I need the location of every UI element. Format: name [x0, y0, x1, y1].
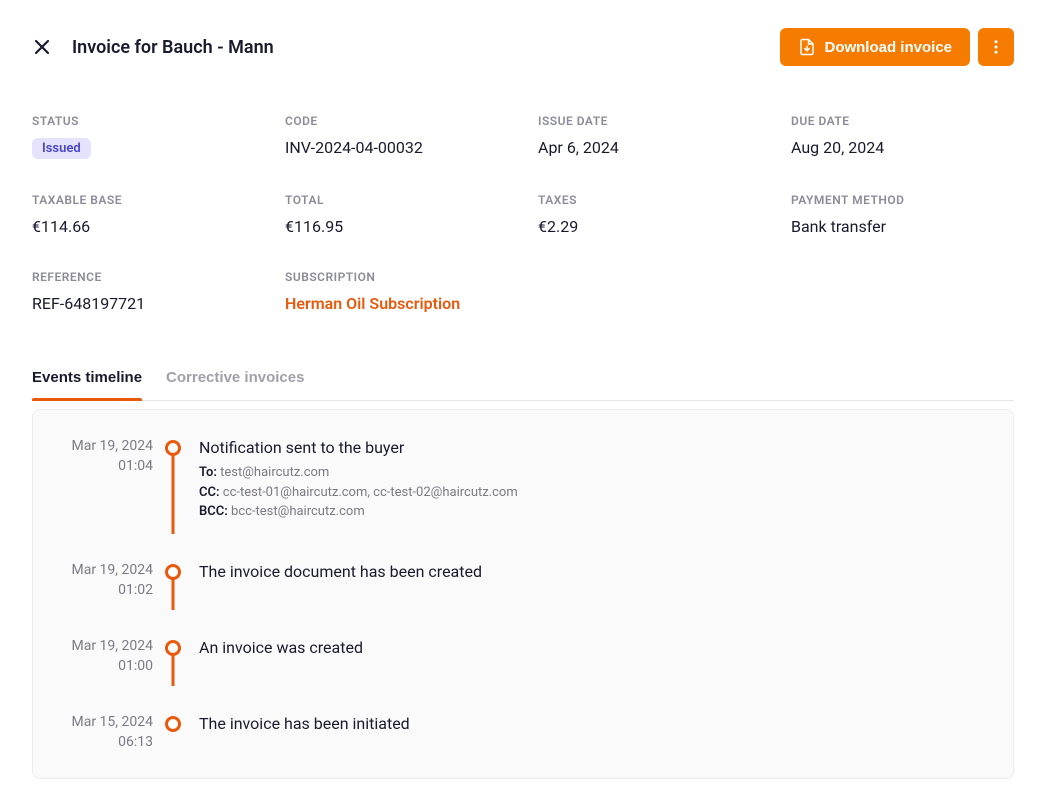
code-value: INV-2024-04-00032: [285, 138, 508, 157]
timeline: Mar 19, 2024 01:04 Notification sent to …: [53, 438, 993, 750]
status-field: STATUS Issued: [32, 114, 255, 159]
code-label: CODE: [285, 114, 508, 128]
payment-method-value: Bank transfer: [791, 217, 1014, 236]
timeline-content: The invoice has been initiated: [193, 714, 993, 750]
timeline-meta-cc: CC: cc-test-01@haircutz.com, cc-test-02@…: [199, 483, 993, 503]
due-date-value: Aug 20, 2024: [791, 138, 1014, 157]
timeline-date: Mar 15, 2024: [53, 714, 153, 730]
more-vertical-icon: [987, 38, 1005, 56]
timeline-time: 06:13: [53, 734, 153, 750]
timeline-line: [172, 450, 175, 534]
subscription-link[interactable]: Herman Oil Subscription: [285, 294, 508, 313]
issue-date-field: ISSUE DATE Apr 6, 2024: [538, 114, 761, 159]
timeline-item: Mar 19, 2024 01:00 An invoice was create…: [53, 638, 993, 714]
taxes-value: €2.29: [538, 217, 761, 236]
timeline-marker: [153, 638, 193, 674]
timeline-date: Mar 19, 2024: [53, 562, 153, 578]
issue-date-label: ISSUE DATE: [538, 114, 761, 128]
total-value: €116.95: [285, 217, 508, 236]
issue-date-value: Apr 6, 2024: [538, 138, 761, 157]
close-icon: [32, 37, 52, 57]
total-label: TOTAL: [285, 193, 508, 207]
timeline-event-title: The invoice has been initiated: [199, 714, 993, 733]
tabs: Events timeline Corrective invoices: [32, 369, 1014, 401]
timeline-date: Mar 19, 2024: [53, 638, 153, 654]
timeline-content: An invoice was created: [193, 638, 993, 674]
invoice-details-grid: STATUS Issued CODE INV-2024-04-00032 ISS…: [32, 114, 1014, 313]
close-button[interactable]: [32, 37, 52, 57]
timeline-item: Mar 19, 2024 01:02 The invoice document …: [53, 562, 993, 638]
payment-method-label: PAYMENT METHOD: [791, 193, 1014, 207]
code-field: CODE INV-2024-04-00032: [285, 114, 508, 159]
timeline-marker: [153, 562, 193, 598]
status-label: STATUS: [32, 114, 255, 128]
timeline-event-title: The invoice document has been created: [199, 562, 993, 581]
taxable-base-field: TAXABLE BASE €114.66: [32, 193, 255, 236]
timeline-event-title: An invoice was created: [199, 638, 993, 657]
reference-value: REF-648197721: [32, 294, 255, 313]
subscription-field: SUBSCRIPTION Herman Oil Subscription: [285, 270, 508, 313]
due-date-label: DUE DATE: [791, 114, 1014, 128]
tab-events-timeline[interactable]: Events timeline: [32, 369, 142, 400]
taxes-field: TAXES €2.29: [538, 193, 761, 236]
timeline-content: Notification sent to the buyer To: test@…: [193, 438, 993, 522]
status-badge: Issued: [32, 138, 91, 159]
payment-method-field: PAYMENT METHOD Bank transfer: [791, 193, 1014, 236]
timeline-time: 01:00: [53, 658, 153, 674]
tab-corrective-invoices[interactable]: Corrective invoices: [166, 369, 304, 400]
timeline-panel: Mar 19, 2024 01:04 Notification sent to …: [32, 409, 1014, 779]
timeline-dot-icon: [165, 716, 181, 732]
more-actions-button[interactable]: [978, 28, 1014, 66]
subscription-label: SUBSCRIPTION: [285, 270, 508, 284]
page-title: Invoice for Bauch - Mann: [72, 37, 274, 58]
download-invoice-button[interactable]: Download invoice: [780, 28, 970, 66]
reference-field: REFERENCE REF-648197721: [32, 270, 255, 313]
timeline-timestamp: Mar 19, 2024 01:02: [53, 562, 153, 598]
taxable-base-value: €114.66: [32, 217, 255, 236]
cc-value: cc-test-01@haircutz.com, cc-test-02@hair…: [223, 485, 518, 500]
timeline-time: 01:02: [53, 582, 153, 598]
timeline-meta-to: To: test@haircutz.com: [199, 463, 993, 483]
timeline-dot-icon: [165, 440, 181, 456]
timeline-timestamp: Mar 15, 2024 06:13: [53, 714, 153, 750]
timeline-marker: [153, 438, 193, 522]
download-icon: [798, 38, 816, 56]
total-field: TOTAL €116.95: [285, 193, 508, 236]
timeline-item: Mar 15, 2024 06:13 The invoice has been …: [53, 714, 993, 750]
timeline-marker: [153, 714, 193, 750]
due-date-field: DUE DATE Aug 20, 2024: [791, 114, 1014, 159]
reference-label: REFERENCE: [32, 270, 255, 284]
timeline-time: 01:04: [53, 458, 153, 474]
timeline-timestamp: Mar 19, 2024 01:04: [53, 438, 153, 522]
download-invoice-label: Download invoice: [824, 39, 952, 56]
taxes-label: TAXES: [538, 193, 761, 207]
bcc-label: BCC:: [199, 504, 228, 519]
cc-label: CC:: [199, 485, 220, 500]
bcc-value: bcc-test@haircutz.com: [231, 504, 365, 519]
to-label: To:: [199, 465, 217, 480]
to-value: test@haircutz.com: [220, 465, 329, 480]
timeline-dot-icon: [165, 640, 181, 656]
timeline-item: Mar 19, 2024 01:04 Notification sent to …: [53, 438, 993, 562]
timeline-content: The invoice document has been created: [193, 562, 993, 598]
timeline-meta-bcc: BCC: bcc-test@haircutz.com: [199, 502, 993, 522]
timeline-timestamp: Mar 19, 2024 01:00: [53, 638, 153, 674]
taxable-base-label: TAXABLE BASE: [32, 193, 255, 207]
timeline-event-title: Notification sent to the buyer: [199, 438, 993, 457]
timeline-dot-icon: [165, 564, 181, 580]
timeline-date: Mar 19, 2024: [53, 438, 153, 454]
